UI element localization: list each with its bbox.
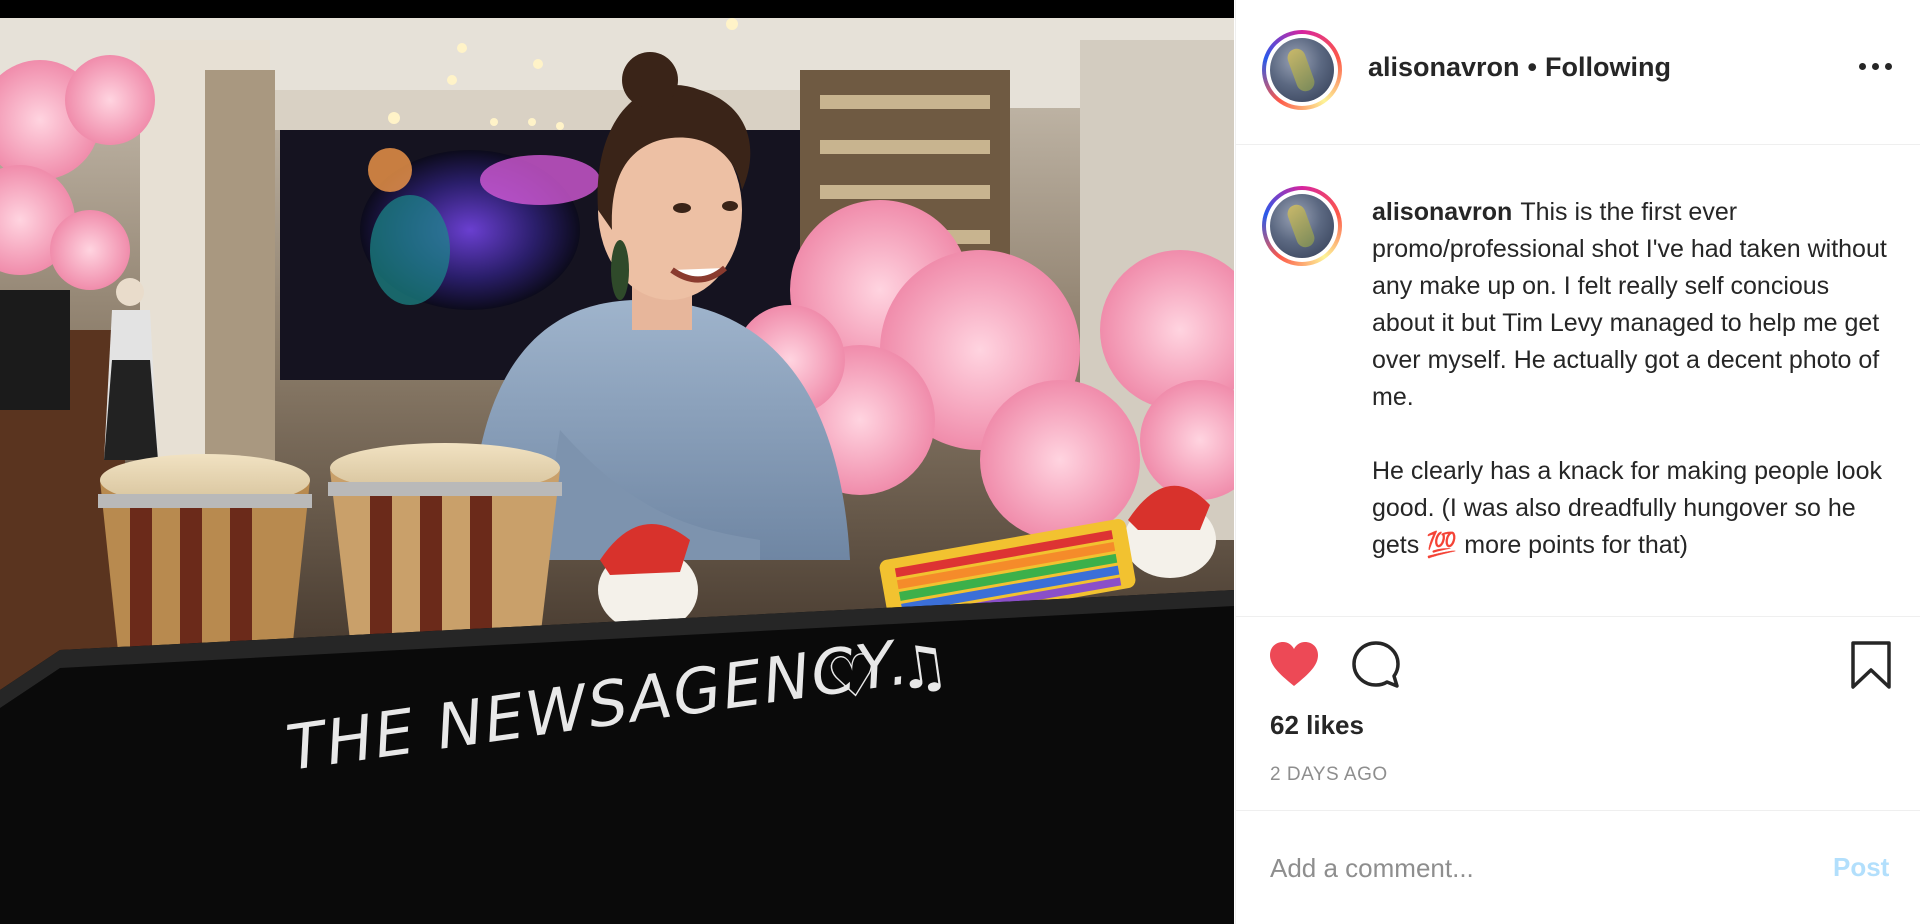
following-button[interactable]: Following [1545, 52, 1671, 82]
post-photo-illustration: THE NEWSAGENCY. ♡ ♫ [0, 0, 1234, 924]
post-photo[interactable]: THE NEWSAGENCY. ♡ ♫ [0, 0, 1234, 924]
comment-icon[interactable] [1351, 640, 1401, 690]
likes-count[interactable]: 62 likes [1270, 710, 1364, 741]
comment-input[interactable] [1270, 848, 1790, 888]
header-avatar[interactable] [1262, 30, 1342, 110]
avatar-image [1270, 38, 1334, 102]
avatar-image [1270, 194, 1334, 258]
header-separator: • [1527, 52, 1537, 82]
post-caption: alisonavron This is the first ever promo/… [1372, 194, 1892, 564]
post-details-panel: alisonavron • Following alisonavron This is… [1235, 0, 1920, 924]
header-divider [1236, 144, 1920, 145]
caption-username[interactable]: alisonavron [1372, 198, 1512, 226]
header-username[interactable]: alisonavron [1368, 52, 1520, 82]
like-heart-icon[interactable] [1268, 640, 1320, 688]
caption-paragraph-2: He clearly has a knack for making people… [1372, 457, 1882, 559]
caption-avatar[interactable] [1262, 186, 1342, 266]
post-header: alisonavron • Following [1368, 52, 1671, 83]
more-options-icon[interactable] [1859, 60, 1893, 72]
caption-divider [1236, 616, 1920, 617]
post-timestamp[interactable]: 2 DAYS AGO [1270, 764, 1388, 786]
caption-paragraph-1: This is the first ever promo/professiona… [1372, 198, 1887, 411]
post-comment-button[interactable]: Post [1833, 852, 1889, 883]
bookmark-icon[interactable] [1850, 640, 1892, 690]
comment-divider [1236, 810, 1920, 811]
